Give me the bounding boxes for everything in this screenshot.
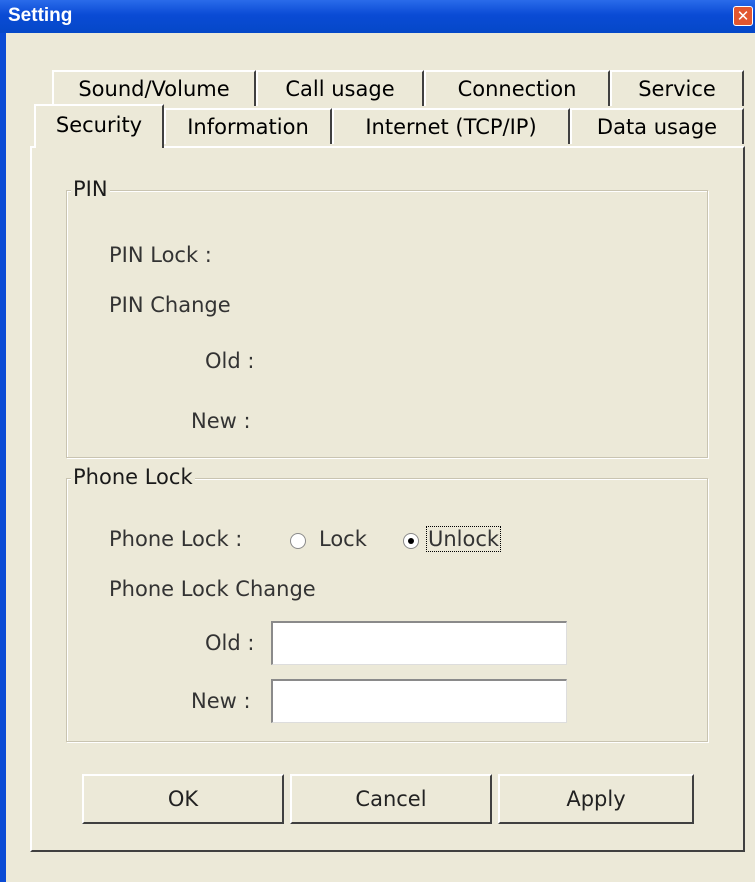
pin-lock-label: PIN Lock : — [109, 243, 212, 267]
apply-button[interactable]: Apply — [498, 774, 694, 824]
phone-lock-group-title: Phone Lock — [71, 465, 195, 489]
security-tab-panel: PIN PIN Lock : PIN Change Old : New : Ph… — [30, 146, 745, 852]
tab-information[interactable]: Information — [164, 108, 332, 144]
unlock-radio-label[interactable]: Unlock — [425, 526, 502, 552]
radio-selected-dot — [408, 538, 414, 544]
phone-lock-label: Phone Lock : — [109, 527, 243, 551]
pin-change-label: PIN Change — [109, 293, 231, 317]
phone-lock-change-label: Phone Lock Change — [109, 577, 316, 601]
tab-security[interactable]: Security — [34, 104, 164, 148]
tab-call-usage[interactable]: Call usage — [256, 70, 424, 106]
phone-lock-groupbox: Phone Lock Phone Lock : Lock Unlock Phon… — [66, 465, 708, 742]
phone-lock-old-input[interactable] — [271, 621, 567, 665]
pin-old-label: Old : — [205, 349, 255, 373]
unlock-radio[interactable] — [403, 533, 419, 549]
pin-new-label: New : — [191, 409, 251, 433]
ok-button[interactable]: OK — [82, 774, 284, 824]
unlock-radio-text: Unlock — [425, 526, 502, 552]
settings-dialog: Setting ✕ Sound/Volume Call usage Connec… — [0, 0, 755, 882]
tab-internet-tcpip[interactable]: Internet (TCP/IP) — [332, 108, 570, 144]
lock-radio-label[interactable]: Lock — [319, 527, 367, 551]
title-bar[interactable]: Setting ✕ — [0, 0, 755, 33]
tab-data-usage[interactable]: Data usage — [570, 108, 744, 144]
phone-lock-new-label: New : — [191, 689, 251, 713]
tab-sound-volume[interactable]: Sound/Volume — [52, 70, 256, 106]
window-border — [0, 33, 6, 882]
tab-service[interactable]: Service — [610, 70, 744, 106]
pin-group-title: PIN — [71, 177, 110, 201]
tab-connection[interactable]: Connection — [424, 70, 610, 106]
window-title: Setting — [8, 5, 73, 26]
lock-radio[interactable] — [290, 533, 306, 549]
phone-lock-old-label: Old : — [205, 631, 255, 655]
phone-lock-new-input[interactable] — [271, 679, 567, 723]
cancel-button[interactable]: Cancel — [290, 774, 492, 824]
close-icon[interactable]: ✕ — [733, 6, 753, 26]
pin-groupbox: PIN PIN Lock : PIN Change Old : New : — [66, 177, 708, 458]
